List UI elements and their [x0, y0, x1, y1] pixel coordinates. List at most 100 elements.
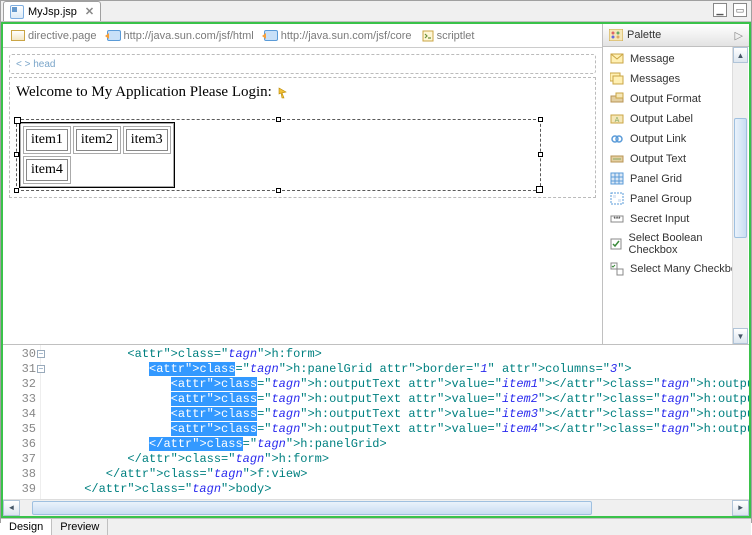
code-line[interactable]: <attr">class="tagn">h:outputText attr">v…	[41, 377, 749, 392]
scroll-left-button[interactable]: ◄	[3, 500, 20, 516]
insertion-cursor-icon	[278, 87, 288, 99]
code-line[interactable]: </attr">class="tagn">f:view>	[41, 467, 749, 482]
grid-cell[interactable]: item4	[26, 159, 68, 181]
source-body: 30−31−3233343536373839 <attr">class="tag…	[3, 345, 749, 499]
head-tag-label: < > head	[16, 59, 55, 70]
palette-item[interactable]: Messages	[603, 69, 749, 89]
palette-item[interactable]: Output Format	[603, 89, 749, 109]
code-line[interactable]: <attr">class="tagn">h:form>	[41, 347, 749, 362]
outputformat-icon	[609, 92, 625, 106]
palette-scrollbar[interactable]: ▲ ▼	[732, 47, 748, 344]
maximize-button[interactable]: ▭	[733, 3, 747, 17]
breadcrumb-item[interactable]: http://java.sun.com/jsf/core	[264, 30, 412, 42]
palette-item-label: Secret Input	[630, 213, 689, 225]
mode-tab-preview[interactable]: Preview	[52, 519, 108, 535]
jsp-file-icon	[10, 5, 24, 19]
line-number: 35	[3, 422, 36, 437]
breadcrumb-label: scriptlet	[437, 30, 475, 42]
palette-item-label: Output Format	[630, 93, 701, 105]
grid-cell[interactable]: item3	[126, 129, 168, 151]
palette-list: Message Messages Output Format AOutput Labe…	[603, 47, 749, 344]
mode-tab-design[interactable]: Design	[1, 519, 52, 535]
script-icon	[422, 30, 434, 42]
design-canvas[interactable]: < > head Welcome to My Application Pleas…	[3, 48, 602, 344]
line-number: 31−	[3, 362, 36, 377]
palette-item-label: Message	[630, 53, 675, 65]
horizontal-scrollbar[interactable]: ◄ ►	[3, 499, 749, 516]
grid-cell[interactable]: item2	[76, 129, 118, 151]
h-scroll-thumb[interactable]	[32, 501, 592, 515]
palette-icon	[609, 29, 623, 41]
scroll-right-button[interactable]: ►	[732, 500, 749, 516]
line-number: 36	[3, 437, 36, 452]
source-pane: 30−31−3233343536373839 <attr">class="tag…	[3, 344, 749, 516]
palette-item[interactable]: Panel Group	[603, 189, 749, 209]
code-line[interactable]: <attr">class="tagn">h:outputText attr">v…	[41, 407, 749, 422]
outputlink-icon	[609, 132, 625, 146]
breadcrumb-item[interactable]: scriptlet	[422, 30, 475, 42]
palette-item[interactable]: AOutput Label	[603, 109, 749, 129]
head-element-box[interactable]: < > head	[9, 54, 596, 74]
grid-cell[interactable]: item1	[26, 129, 68, 151]
palette-item[interactable]: Output Text	[603, 149, 749, 169]
code-line[interactable]: <attr">class="tagn">h:panelGrid attr">bo…	[41, 362, 749, 377]
breadcrumb-item[interactable]: http://java.sun.com/jsf/html	[107, 30, 254, 42]
palette-pane: Palette ▷ Message Messages Output Format AO…	[603, 24, 749, 344]
code-line[interactable]: <attr">class="tagn">h:outputText attr">v…	[41, 392, 749, 407]
line-number: 30−	[3, 347, 36, 362]
line-number: 32	[3, 377, 36, 392]
scroll-thumb[interactable]	[734, 118, 747, 238]
palette-item-label: Output Text	[630, 153, 686, 165]
secret-icon: ***	[609, 212, 625, 226]
palette-item-label: Output Label	[630, 113, 693, 125]
code-line[interactable]: </attr">class="tagn">h:form>	[41, 452, 749, 467]
jsf-icon	[107, 30, 121, 41]
palette-item[interactable]: *** Secret Input	[603, 209, 749, 229]
window-controls: ▁ ▭	[713, 3, 747, 17]
line-number: 34	[3, 407, 36, 422]
line-number: 37	[3, 452, 36, 467]
code-line[interactable]: </attr">class="tagn">h:panelGrid>	[41, 437, 749, 452]
collapse-chevron-icon[interactable]: ▷	[735, 29, 743, 42]
outputtext-icon	[609, 152, 625, 166]
palette-item-label: Select Boolean Checkbox	[629, 232, 743, 256]
welcome-text[interactable]: Welcome to My Application Please Login:	[16, 84, 589, 101]
breadcrumb-label: directive.page	[28, 30, 97, 42]
file-tab[interactable]: MyJsp.jsp ✕	[3, 1, 101, 21]
line-number: 38	[3, 467, 36, 482]
line-number: 39	[3, 482, 36, 497]
scroll-up-button[interactable]: ▲	[733, 47, 748, 63]
palette-item-label: Messages	[630, 73, 680, 85]
palette-item-label: Select Many Checkbox	[630, 263, 743, 275]
mode-tabs: DesignPreview	[1, 518, 751, 535]
breadcrumb-label: http://java.sun.com/jsf/core	[281, 30, 412, 42]
palette-item[interactable]: Select Boolean Checkbox	[603, 229, 749, 259]
palette-item[interactable]: Message	[603, 49, 749, 69]
palette-item[interactable]: Select Many Checkbox	[603, 259, 749, 279]
breadcrumb-item[interactable]: directive.page	[11, 30, 97, 42]
design-pane: directive.page http://java.sun.com/jsf/ht…	[3, 24, 603, 344]
panelgrid-icon	[609, 172, 625, 186]
top-split: directive.page http://java.sun.com/jsf/ht…	[3, 24, 749, 344]
message-icon	[609, 52, 625, 66]
source-editor[interactable]: <attr">class="tagn">h:form> <attr">class…	[41, 345, 749, 499]
minimize-button[interactable]: ▁	[713, 3, 727, 17]
scroll-down-button[interactable]: ▼	[733, 328, 748, 344]
manycheck-icon	[609, 262, 625, 276]
palette-header[interactable]: Palette ▷	[603, 24, 749, 47]
close-tab-icon[interactable]: ✕	[85, 5, 94, 18]
code-line[interactable]: <attr">class="tagn">h:outputText attr">v…	[41, 422, 749, 437]
editor-body: directive.page http://java.sun.com/jsf/ht…	[1, 22, 751, 518]
line-number: 33	[3, 392, 36, 407]
code-line[interactable]: </attr">class="tagn">body>	[41, 482, 749, 497]
editor-window: MyJsp.jsp ✕ ▁ ▭ directive.page http://jav…	[0, 0, 752, 523]
panel-grid[interactable]: item1 item2 item3 item4	[19, 122, 175, 188]
file-tab-label: MyJsp.jsp	[28, 6, 77, 18]
boolcheck-icon	[609, 237, 624, 251]
palette-title: Palette	[627, 29, 661, 41]
body-content-box[interactable]: Welcome to My Application Please Login: …	[9, 77, 596, 198]
panel-grid-selection[interactable]: item1 item2 item3 item4	[16, 119, 541, 191]
palette-item[interactable]: Output Link	[603, 129, 749, 149]
palette-item[interactable]: Panel Grid	[603, 169, 749, 189]
panelgroup-icon	[609, 192, 625, 206]
